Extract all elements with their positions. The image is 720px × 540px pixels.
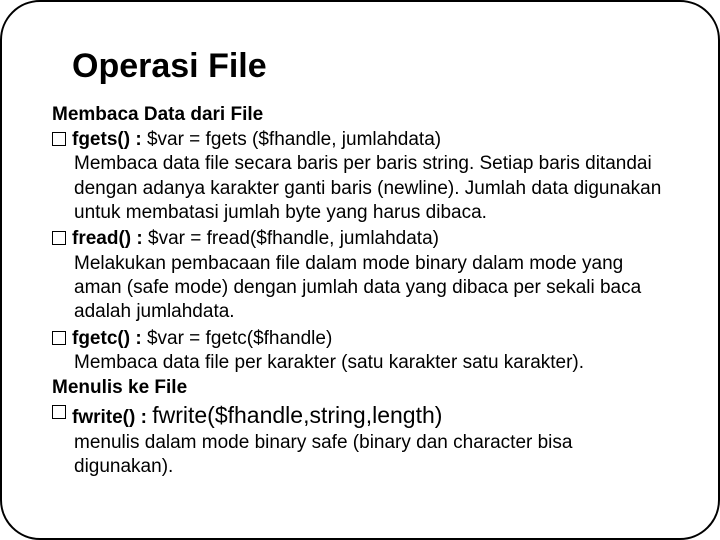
bullet-box-icon xyxy=(52,132,66,146)
function-signature: fwrite($fhandle,string,length) xyxy=(152,402,442,428)
slide-title: Operasi File xyxy=(72,47,668,86)
function-signature: $var = fgetc($fhandle) xyxy=(147,328,332,349)
list-item: fgetc() : $var = fgetc($fhandle) Membaca… xyxy=(52,327,668,376)
bullet-box-icon xyxy=(52,231,66,245)
section-heading-read: Membaca Data dari File xyxy=(52,104,668,126)
list-item: fread() : $var = fread($fhandle, jumlahd… xyxy=(52,227,668,324)
function-name: fgets() : xyxy=(72,129,147,150)
function-description: Membaca data file per karakter (satu kar… xyxy=(74,351,668,375)
function-line: fgets() : $var = fgets ($fhandle, jumlah… xyxy=(52,128,668,152)
bullet-box-icon xyxy=(52,405,66,419)
list-item: fgets() : $var = fgets ($fhandle, jumlah… xyxy=(52,128,668,225)
function-signature: $var = fread($fhandle, jumlahdata) xyxy=(148,228,439,249)
bullet-box-icon xyxy=(52,331,66,345)
function-description: menulis dalam mode binary safe (binary d… xyxy=(74,431,668,480)
function-name: fgetc() : xyxy=(72,328,147,349)
function-description: Membaca data file secara baris per baris… xyxy=(74,152,668,225)
function-name: fread() : xyxy=(72,228,148,249)
function-line: fread() : $var = fread($fhandle, jumlahd… xyxy=(52,227,668,251)
function-description: Melakukan pembacaan file dalam mode bina… xyxy=(74,252,668,325)
function-line: fgetc() : $var = fgetc($fhandle) xyxy=(52,327,668,351)
function-signature: $var = fgets ($fhandle, jumlahdata) xyxy=(147,129,441,150)
slide: Operasi File Membaca Data dari File fget… xyxy=(0,0,720,540)
function-name: fwrite() : xyxy=(72,407,152,428)
section-heading-write: Menulis ke File xyxy=(52,377,668,399)
list-item: fwrite() : fwrite($fhandle,string,length… xyxy=(52,401,668,479)
function-line: fwrite() : fwrite($fhandle,string,length… xyxy=(52,401,668,430)
